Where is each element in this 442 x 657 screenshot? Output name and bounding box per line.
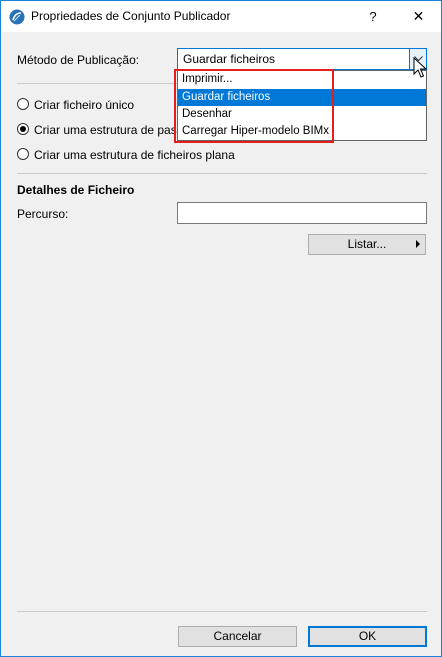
method-combobox[interactable]: Guardar ficheiros xyxy=(177,48,427,70)
radio-single-file-label[interactable]: Criar ficheiro único xyxy=(34,98,134,112)
file-details-heading: Detalhes de Ficheiro xyxy=(17,183,135,197)
list-button[interactable]: Listar... xyxy=(308,234,426,255)
window-title: Propriedades de Conjunto Publicador xyxy=(31,9,231,23)
radio-folder-structure[interactable] xyxy=(17,123,29,135)
title-bar: Propriedades de Conjunto Publicador ? ✕ xyxy=(1,1,441,32)
mouse-cursor-icon xyxy=(413,57,427,78)
archicad-app-icon xyxy=(9,9,25,25)
list-button-label: Listar... xyxy=(347,237,387,251)
footer-separator xyxy=(17,611,427,612)
radio-single-file[interactable] xyxy=(17,98,29,110)
method-label: Método de Publicação: xyxy=(17,53,140,67)
submenu-arrow-icon xyxy=(416,240,420,248)
separator xyxy=(17,173,427,174)
ok-button[interactable]: OK xyxy=(308,626,427,647)
path-input[interactable] xyxy=(177,202,427,224)
radio-flat-structure[interactable] xyxy=(17,148,29,160)
path-label: Percurso: xyxy=(17,207,69,221)
radio-folder-structure-label[interactable]: Criar uma estrutura de pastas xyxy=(34,123,193,137)
help-button[interactable]: ? xyxy=(358,1,388,32)
cancel-button[interactable]: Cancelar xyxy=(178,626,297,647)
radio-flat-structure-label[interactable]: Criar uma estrutura de ficheiros plana xyxy=(34,148,235,162)
dialog-window: Propriedades de Conjunto Publicador ? ✕ … xyxy=(0,0,442,657)
method-selected-value: Guardar ficheiros xyxy=(183,52,276,66)
close-button[interactable]: ✕ xyxy=(396,1,441,32)
annotation-highlight-box xyxy=(174,69,334,143)
